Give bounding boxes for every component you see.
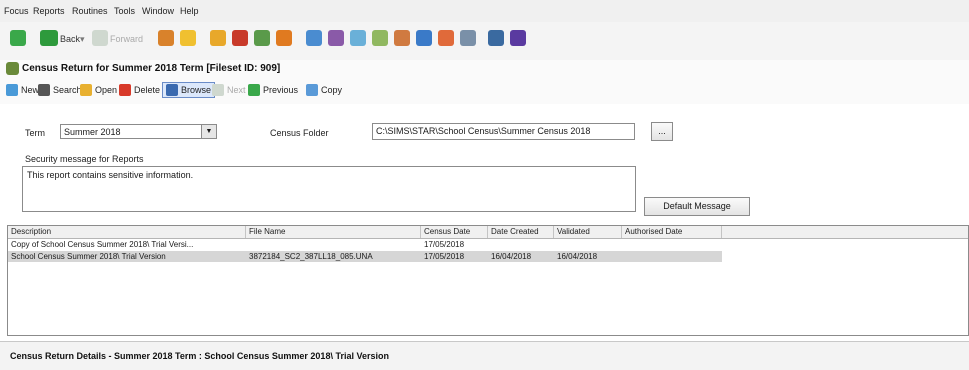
- new-label: New: [21, 85, 40, 95]
- census-folder-field[interactable]: C:\SIMS\STAR\School Census\Summer Census…: [372, 123, 635, 140]
- back-arrow-icon[interactable]: [40, 30, 58, 46]
- open-folder-icon: [80, 84, 92, 96]
- column-header-authorised-date[interactable]: Authorised Date: [622, 226, 722, 238]
- menu-bar: Focus Reports Routines Tools Window Help: [0, 0, 969, 22]
- security-message-value: This report contains sensitive informati…: [27, 170, 194, 180]
- details-panel-header: Census Return Details - Summer 2018 Term…: [0, 341, 969, 370]
- previous-icon: [248, 84, 260, 96]
- clock-icon[interactable]: [438, 30, 454, 46]
- cell-description: School Census Summer 2018\ Trial Version: [11, 252, 166, 261]
- group-icon[interactable]: [394, 30, 410, 46]
- people-icon[interactable]: [158, 30, 174, 46]
- cell-file-name: 3872184_SC2_387LL18_085.UNA: [249, 252, 373, 261]
- copy-label: Copy: [321, 85, 343, 95]
- calendar-icon[interactable]: [488, 30, 504, 46]
- menu-focus[interactable]: Focus: [4, 6, 29, 16]
- next-button[interactable]: Next: [212, 84, 246, 96]
- column-header-validated[interactable]: Validated: [554, 226, 622, 238]
- forward-button[interactable]: Forward: [110, 34, 143, 44]
- action-bar: New Search Open Delete Browse Next Previ…: [0, 78, 969, 105]
- table-row[interactable]: Copy of School Census Summer 2018\ Trial…: [8, 239, 968, 250]
- copy-button[interactable]: Copy: [306, 84, 342, 96]
- menu-window[interactable]: Window: [142, 6, 174, 16]
- binoculars-icon: [38, 84, 50, 96]
- forward-arrow-icon[interactable]: [92, 30, 108, 46]
- next-label: Next: [227, 85, 246, 95]
- security-message-field[interactable]: This report contains sensitive informati…: [22, 166, 636, 212]
- school-icon[interactable]: [416, 30, 432, 46]
- book-icon[interactable]: [276, 30, 292, 46]
- delete-button[interactable]: Delete: [119, 84, 160, 96]
- search-label: Search: [53, 85, 82, 95]
- census-folder-value: C:\SIMS\STAR\School Census\Summer Census…: [376, 126, 591, 136]
- column-header-date-created[interactable]: Date Created: [488, 226, 554, 238]
- cell-validated: 16/04/2018: [557, 252, 598, 261]
- table-row-selected[interactable]: School Census Summer 2018\ Trial Version…: [8, 251, 722, 262]
- home-icon[interactable]: [10, 30, 26, 46]
- term-select[interactable]: Summer 2018 ▼: [60, 124, 217, 139]
- new-button[interactable]: New: [6, 84, 39, 96]
- details-title: Census Return Details - Summer 2018 Term…: [10, 351, 389, 361]
- column-header-description[interactable]: Description: [8, 226, 246, 238]
- column-header-file-name[interactable]: File Name: [246, 226, 421, 238]
- report-icon[interactable]: [328, 30, 344, 46]
- menu-reports[interactable]: Reports: [33, 6, 65, 16]
- next-icon: [212, 84, 224, 96]
- delete-icon: [119, 84, 131, 96]
- person-icon[interactable]: [180, 30, 196, 46]
- menu-help[interactable]: Help: [180, 6, 199, 16]
- back-dropdown-icon[interactable]: ▾: [80, 34, 85, 45]
- document-icon[interactable]: [372, 30, 388, 46]
- open-label: Open: [95, 85, 118, 95]
- column-header-census-date[interactable]: Census Date: [421, 226, 488, 238]
- term-label: Term: [25, 128, 45, 138]
- cell-census-date: 17/05/2018: [424, 240, 465, 249]
- previous-button[interactable]: Previous: [248, 84, 298, 96]
- copy-icon: [306, 84, 318, 96]
- term-value: Summer 2018: [64, 127, 121, 137]
- flag-icon[interactable]: [232, 30, 248, 46]
- menu-routines[interactable]: Routines: [72, 6, 108, 16]
- open-button[interactable]: Open: [80, 84, 117, 96]
- back-button[interactable]: Back: [60, 34, 80, 44]
- new-icon: [6, 84, 18, 96]
- browse-button[interactable]: Browse: [162, 82, 216, 98]
- browse-icon: [166, 84, 178, 96]
- list-icon[interactable]: [350, 30, 366, 46]
- details-form: Term Summer 2018 ▼ Census Folder C:\SIMS…: [0, 104, 969, 216]
- window-title: Census Return for Summer 2018 Term [File…: [22, 63, 281, 74]
- cell-census-date: 17/05/2018: [424, 252, 465, 261]
- toolbar: Back ▾ Forward: [0, 22, 969, 61]
- cell-description: Copy of School Census Summer 2018\ Trial…: [11, 240, 194, 249]
- grid-icon[interactable]: [510, 30, 526, 46]
- security-message-label: Security message for Reports: [25, 154, 144, 164]
- default-message-button[interactable]: Default Message: [644, 197, 750, 216]
- chart-icon[interactable]: [254, 30, 270, 46]
- cell-date-created: 16/04/2018: [491, 252, 532, 261]
- search-button[interactable]: Search: [38, 84, 82, 96]
- assessment-icon[interactable]: [306, 30, 322, 46]
- table-header: Description File Name Census Date Date C…: [8, 226, 968, 239]
- chevron-down-icon[interactable]: ▼: [201, 125, 216, 138]
- folder-icon[interactable]: [210, 30, 226, 46]
- browse-label: Browse: [181, 85, 212, 95]
- menu-tools[interactable]: Tools: [114, 6, 135, 16]
- census-returns-table: Description File Name Census Date Date C…: [7, 225, 969, 336]
- previous-label: Previous: [263, 85, 299, 95]
- browse-folder-button[interactable]: ...: [651, 122, 673, 141]
- census-folder-label: Census Folder: [270, 128, 329, 138]
- delete-label: Delete: [134, 85, 161, 95]
- user-icon[interactable]: [460, 30, 476, 46]
- window-titlebar: Census Return for Summer 2018 Term [File…: [0, 60, 969, 78]
- census-icon: [6, 62, 19, 75]
